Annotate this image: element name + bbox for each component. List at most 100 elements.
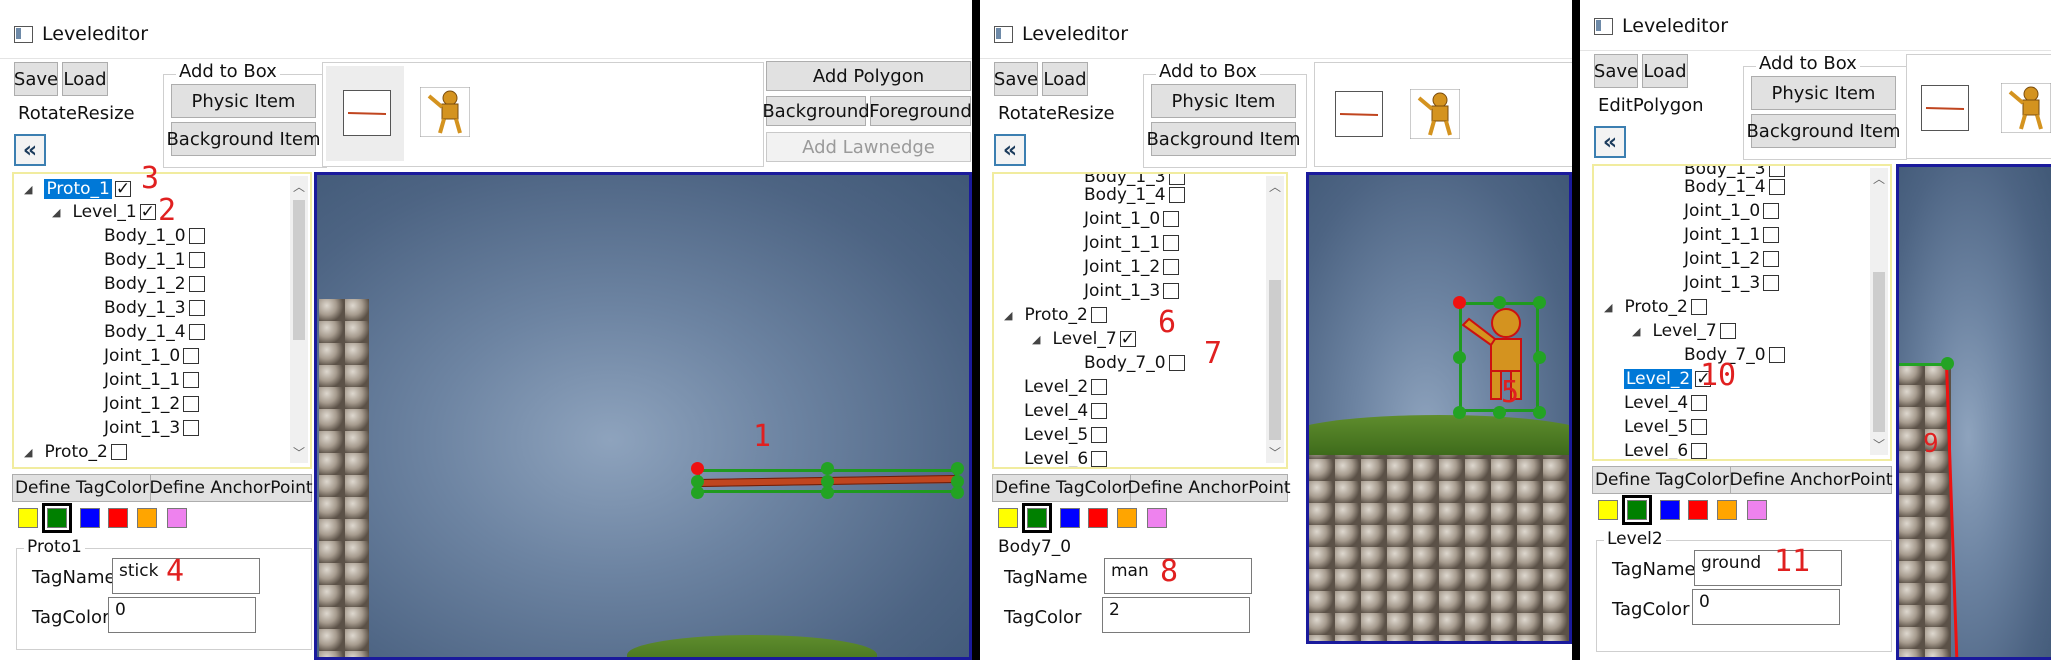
tagcolor-field[interactable]: 0 xyxy=(1692,589,1840,625)
resize-handle[interactable] xyxy=(821,486,834,499)
resize-handle[interactable] xyxy=(1453,406,1466,419)
tree-node-proto-2[interactable]: ◢ Proto_2 xyxy=(1004,304,1107,326)
expand-arrow-icon[interactable]: ◢ xyxy=(1032,333,1040,346)
tree-node-proto-2[interactable]: ◢ Proto_2 xyxy=(1604,296,1707,318)
tree-checkbox[interactable] xyxy=(1763,275,1780,291)
resize-handle[interactable] xyxy=(1533,351,1546,364)
scroll-down-icon[interactable]: ﹀ xyxy=(290,444,308,461)
define-anchorpoint-button[interactable]: Define AnchorPoint xyxy=(1127,474,1291,502)
tree-node[interactable]: Joint_1_2 xyxy=(1684,248,1780,270)
tag-color-yellow[interactable] xyxy=(18,508,38,528)
tag-color-green[interactable] xyxy=(1622,495,1652,525)
load-button[interactable]: Load xyxy=(62,62,108,96)
foreground-button[interactable]: Foreground xyxy=(869,96,972,126)
tree-node[interactable]: Joint_1_2 xyxy=(1084,256,1180,278)
scene-tree[interactable]: Body_1_3 Body_1_4 Joint_1_0 Joint_1_1 Jo… xyxy=(1592,164,1892,461)
tree-checkbox[interactable]: ✓ xyxy=(1119,331,1136,348)
resize-handle[interactable] xyxy=(1533,406,1546,419)
tree-checkbox[interactable] xyxy=(1163,259,1180,275)
physic-item-button[interactable]: Physic Item xyxy=(171,84,316,118)
load-button[interactable]: Load xyxy=(1042,62,1088,96)
tree-node[interactable]: Level_4 xyxy=(1624,392,1708,414)
tree-checkbox[interactable] xyxy=(1691,395,1708,411)
tree-node[interactable]: Body_1_2 xyxy=(104,273,205,295)
background-item-button[interactable]: Background Item xyxy=(1146,122,1301,156)
background-item-button[interactable]: Background Item xyxy=(166,122,321,156)
tree-checkbox[interactable] xyxy=(1090,307,1107,323)
tree-checkbox[interactable] xyxy=(1168,355,1185,371)
scroll-down-icon[interactable]: ﹀ xyxy=(1266,444,1284,461)
palette-item-man[interactable] xyxy=(1409,88,1461,140)
tree-checkbox[interactable] xyxy=(188,228,205,244)
tag-color-orange[interactable] xyxy=(1117,508,1137,528)
tree-checkbox[interactable] xyxy=(1691,419,1708,435)
tag-color-blue[interactable] xyxy=(1060,508,1080,528)
tree-node-level-7[interactable]: ◢ Level_7 ✓ xyxy=(1032,328,1136,350)
scene-tree[interactable]: Body_1_3 Body_1_4 Joint_1_0 Joint_1_1 Jo… xyxy=(992,172,1288,469)
resize-handle[interactable] xyxy=(1533,296,1546,309)
tag-color-red[interactable] xyxy=(1088,508,1108,528)
tree-node-proto-1[interactable]: ◢ Proto_1 ✓ xyxy=(24,178,131,200)
add-polygon-button[interactable]: Add Polygon xyxy=(766,61,971,91)
resize-handle[interactable] xyxy=(951,486,964,499)
expand-arrow-icon[interactable]: ◢ xyxy=(1004,309,1012,322)
expand-arrow-icon[interactable]: ◢ xyxy=(1604,301,1612,314)
background-item-button[interactable]: Background Item xyxy=(1746,114,1901,148)
tree-scrollbar[interactable]: ︿ ﹀ xyxy=(290,176,308,463)
level-canvas[interactable]: 9 xyxy=(1896,164,2051,660)
physic-item-button[interactable]: Physic Item xyxy=(1751,76,1896,110)
tree-node[interactable]: Level_5 xyxy=(1624,416,1708,438)
level-canvas[interactable]: 1 xyxy=(314,172,972,660)
scroll-thumb[interactable] xyxy=(1269,280,1281,440)
tree-node[interactable]: Joint_1_3 xyxy=(1084,280,1180,302)
tag-color-violet[interactable] xyxy=(167,508,187,528)
tag-color-orange[interactable] xyxy=(137,508,157,528)
tree-node[interactable]: Joint_1_3 xyxy=(104,417,200,439)
tree-node[interactable]: Joint_1_0 xyxy=(104,345,200,367)
tree-node[interactable]: Body_1_4 xyxy=(104,321,205,343)
tree-checkbox[interactable] xyxy=(1768,347,1785,363)
tree-node[interactable]: Body_1_1 xyxy=(104,249,205,271)
palette-item-stick[interactable] xyxy=(326,66,404,161)
tree-node[interactable]: Level_2 xyxy=(1024,376,1108,398)
scroll-down-icon[interactable]: ﹀ xyxy=(1870,436,1888,453)
tree-checkbox[interactable] xyxy=(1168,187,1185,203)
tag-color-yellow[interactable] xyxy=(1598,500,1618,520)
anchor-point[interactable] xyxy=(1453,296,1466,309)
tagcolor-field[interactable]: 2 xyxy=(1102,597,1250,633)
tree-scrollbar[interactable]: ︿ ﹀ xyxy=(1870,168,1888,455)
scroll-up-icon[interactable]: ︿ xyxy=(1870,170,1888,187)
scroll-up-icon[interactable]: ︿ xyxy=(290,178,308,195)
scroll-up-icon[interactable]: ︿ xyxy=(1266,178,1284,195)
save-button[interactable]: Save xyxy=(14,62,58,96)
save-button[interactable]: Save xyxy=(1594,54,1638,88)
tree-checkbox[interactable] xyxy=(1163,235,1180,251)
tree-checkbox[interactable] xyxy=(1763,251,1780,267)
define-tagcolor-button[interactable]: Define TagColor xyxy=(12,474,152,502)
tree-checkbox[interactable] xyxy=(1091,379,1108,395)
tag-color-blue[interactable] xyxy=(80,508,100,528)
resize-handle[interactable] xyxy=(1453,351,1466,364)
tagname-field[interactable]: stick xyxy=(112,558,260,594)
tree-checkbox[interactable] xyxy=(188,324,205,340)
tree-node[interactable]: Joint_1_1 xyxy=(1084,232,1180,254)
tree-checkbox[interactable] xyxy=(183,348,200,364)
level-canvas[interactable]: 5 xyxy=(1306,172,1572,644)
tag-color-green[interactable] xyxy=(1022,503,1052,533)
define-anchorpoint-button[interactable]: Define AnchorPoint xyxy=(149,474,313,502)
tree-node[interactable]: Body_1_4 xyxy=(1684,176,1785,198)
tag-color-violet[interactable] xyxy=(1147,508,1167,528)
tree-checkbox[interactable] xyxy=(1768,179,1785,195)
expand-arrow-icon[interactable]: ◢ xyxy=(1632,325,1640,338)
palette-item-stick[interactable] xyxy=(1335,91,1383,137)
tree-checkbox[interactable] xyxy=(188,300,205,316)
tag-color-red[interactable] xyxy=(108,508,128,528)
anchor-point[interactable] xyxy=(691,462,704,475)
man-selection-box[interactable] xyxy=(1459,302,1539,412)
expand-arrow-icon[interactable]: ◢ xyxy=(52,206,60,219)
tag-color-green[interactable] xyxy=(42,503,72,533)
tree-node[interactable]: Joint_1_1 xyxy=(104,369,200,391)
palette-item-man[interactable] xyxy=(2000,82,2051,134)
collapse-panel-button[interactable]: « xyxy=(1594,126,1626,158)
palette-item-man[interactable] xyxy=(419,86,471,138)
